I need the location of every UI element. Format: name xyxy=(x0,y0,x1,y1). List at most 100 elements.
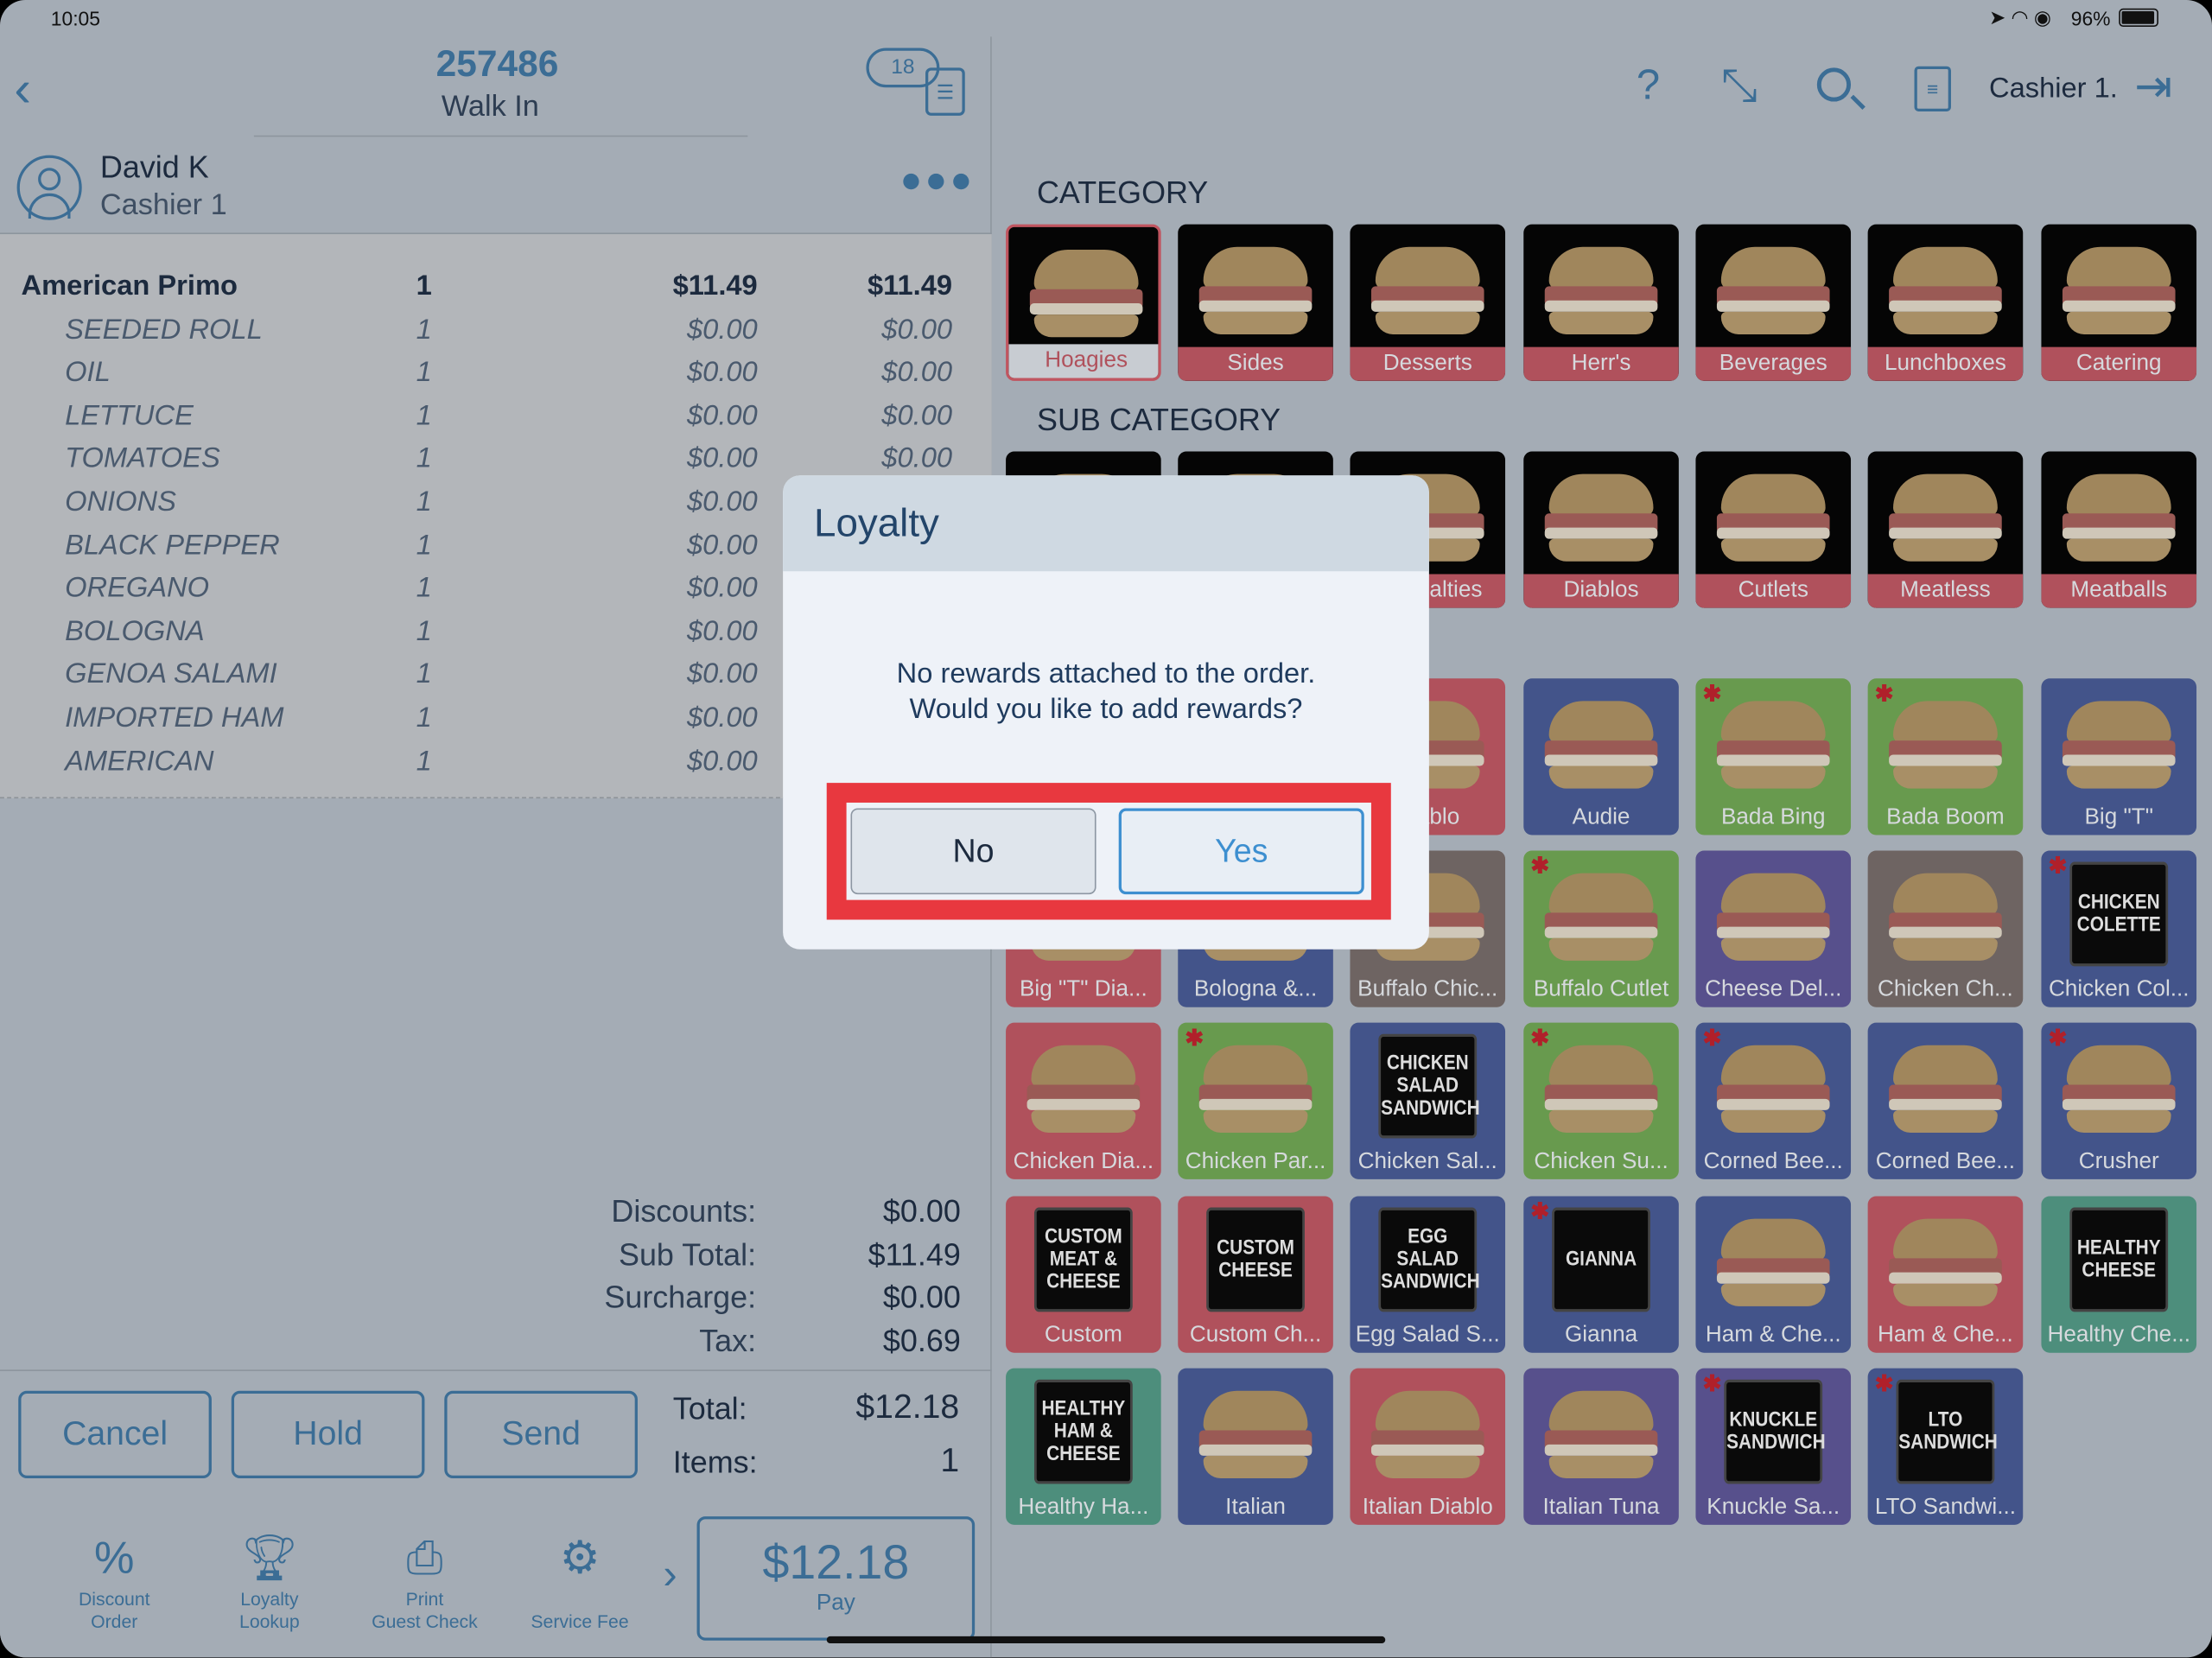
subcategory-tile[interactable]: Cutlets xyxy=(1695,451,1852,608)
featured-star-icon: ✱ xyxy=(1185,1026,1205,1051)
menu-item-label: Gianna xyxy=(1564,1323,1638,1348)
menu-item-label: Bada Bing xyxy=(1720,805,1826,829)
menu-item-tile[interactable]: Italian Diablo xyxy=(1350,1368,1506,1525)
summary-label: Sub Total: xyxy=(618,1236,757,1272)
menu-item-tile[interactable]: ✱ Bada Bing xyxy=(1695,678,1852,835)
menu-item-tile[interactable]: Italian xyxy=(1178,1368,1333,1525)
category-tile[interactable]: Herr's xyxy=(1523,224,1679,381)
order-type[interactable]: Walk In xyxy=(339,90,642,124)
menu-item-tile[interactable]: Ham & Che... xyxy=(1695,1196,1852,1353)
order-list-icon[interactable]: ☰ xyxy=(925,67,965,116)
action-order[interactable]: % Discount Order xyxy=(44,1527,185,1634)
modifier-row[interactable]: SEEDED ROLL 1 $0.00 $0.00 xyxy=(0,314,992,356)
item-name: BLACK PEPPER xyxy=(65,530,280,562)
no-button[interactable]: No xyxy=(850,808,1096,895)
action-guest-check[interactable]: ⎙ Print Guest Check xyxy=(354,1527,495,1634)
menu-item-tile[interactable]: CHICKEN COLETTE ✱ Chicken Col... xyxy=(2041,850,2197,1007)
item-price: $0.00 xyxy=(686,443,758,475)
menu-item-tile[interactable]: ✱ Crusher xyxy=(2041,1022,2197,1179)
summary-label: Discounts: xyxy=(611,1193,757,1229)
category-tile[interactable]: Sides xyxy=(1178,224,1333,381)
dialog-message: No rewards attached to the order. Would … xyxy=(783,657,1429,728)
help-icon[interactable]: ? xyxy=(1637,62,1660,111)
subcategory-tile[interactable]: Meatballs xyxy=(2041,451,2197,608)
menu-item-label: Chicken Sal... xyxy=(1357,1149,1497,1174)
menu-item-image xyxy=(1350,1369,1505,1494)
menu-item-tile[interactable]: Chicken Dia... xyxy=(1006,1022,1161,1179)
subcategory-tile[interactable]: Diablos xyxy=(1523,451,1679,608)
menu-item-tile[interactable]: ✱ Buffalo Cutlet xyxy=(1523,850,1679,1007)
printer-icon: ⎙ xyxy=(406,1532,443,1583)
menu-item-tile[interactable]: ✱ Chicken Su... xyxy=(1523,1022,1679,1179)
logout-icon[interactable]: ⇥ xyxy=(2134,60,2172,113)
menu-item-tile[interactable]: GIANNA ✱ Gianna xyxy=(1523,1196,1679,1353)
menu-item-tile[interactable]: CUSTOM MEAT & CHEESE Custom xyxy=(1006,1196,1161,1353)
item-price: $0.00 xyxy=(686,616,758,648)
menu-item-label: Crusher xyxy=(2078,1149,2159,1174)
featured-star-icon: ✱ xyxy=(1530,854,1550,880)
menu-item-tile[interactable]: Chicken Ch... xyxy=(1867,850,2024,1007)
customer-row[interactable]: David K Cashier 1 ●●● xyxy=(0,141,992,235)
menu-item-tile[interactable]: Audie xyxy=(1523,678,1679,835)
logo-text: CHICKEN SALAD SANDWICH xyxy=(1378,1033,1480,1139)
menu-item-tile[interactable]: Big "T" xyxy=(2041,678,2197,835)
item-name: OREGANO xyxy=(65,573,210,605)
logo-text: CUSTOM CHEESE xyxy=(1206,1207,1305,1312)
menu-item-tile[interactable]: KNUCKLE SANDWICH ✱ Knuckle Sa... xyxy=(1695,1368,1852,1525)
menu-item-tile[interactable]: CUSTOM CHEESE Custom Ch... xyxy=(1178,1196,1333,1353)
menu-item-tile[interactable]: ✱ Bada Boom xyxy=(1867,678,2024,835)
menu-item-tile[interactable]: Italian Tuna xyxy=(1523,1368,1679,1525)
menu-item-image xyxy=(1868,850,2024,975)
percent-icon: % xyxy=(94,1532,135,1583)
hold-button[interactable]: Hold xyxy=(231,1390,425,1479)
menu-item-tile[interactable]: Ham & Che... xyxy=(1867,1196,2024,1353)
battery-icon xyxy=(2119,8,2158,28)
status-time: 10:05 xyxy=(50,7,100,30)
menu-item-label: Italian Tuna xyxy=(1542,1495,1660,1520)
search-icon[interactable] xyxy=(1816,67,1866,111)
category-tile[interactable]: Beverages xyxy=(1695,224,1852,381)
subcategory-tile[interactable]: Meatless xyxy=(1867,451,2024,608)
yes-button[interactable]: Yes xyxy=(1118,808,1364,895)
menu-item-tile[interactable]: HEALTHY HAM & CHEESE Healthy Ha... xyxy=(1006,1368,1161,1525)
cancel-button[interactable]: Cancel xyxy=(18,1390,212,1479)
menu-item-tile[interactable]: HEALTHY CHEESE Healthy Che... xyxy=(2041,1196,2197,1353)
document-icon[interactable]: ≡ xyxy=(1914,66,1951,111)
menu-item-tile[interactable]: ✱ Corned Bee... xyxy=(1695,1022,1852,1179)
more-actions-chevron-icon[interactable]: › xyxy=(663,1552,677,1600)
menu-item-tile[interactable]: Cheese Del... xyxy=(1695,850,1852,1007)
menu-item-tile[interactable]: EGG SALAD SANDWICH Egg Salad S... xyxy=(1350,1196,1506,1353)
modifier-row[interactable]: LETTUCE 1 $0.00 $0.00 xyxy=(0,400,992,442)
menu-item-label: Ham & Che... xyxy=(1878,1323,2013,1348)
send-button[interactable]: Send xyxy=(444,1390,638,1479)
action-service-fee[interactable]: ⚙ Service Fee xyxy=(509,1527,650,1634)
category-label: Sides xyxy=(1178,346,1333,381)
category-tile[interactable]: Catering xyxy=(2041,224,2197,381)
action-lookup[interactable]: 🏆︎ Loyalty Lookup xyxy=(199,1527,340,1634)
menu-item-label: Italian xyxy=(1225,1495,1286,1520)
item-name: ONIONS xyxy=(65,486,176,518)
more-options-icon[interactable]: ●●● xyxy=(900,158,976,202)
category-tile[interactable]: Lunchboxes xyxy=(1867,224,2024,381)
pay-button[interactable]: $12.18 Pay xyxy=(696,1516,976,1641)
menu-item-tile[interactable]: ✱ Chicken Par... xyxy=(1178,1022,1333,1179)
logo-text: EGG SALAD SANDWICH xyxy=(1378,1207,1480,1312)
menu-item-image xyxy=(1695,850,1851,975)
action-label-line1: Loyalty xyxy=(240,1588,299,1610)
menu-item-tile[interactable]: Corned Bee... xyxy=(1867,1022,2024,1179)
menu-item-tile[interactable]: CHICKEN SALAD SANDWICH Chicken Sal... xyxy=(1350,1022,1506,1179)
current-user[interactable]: Cashier 1. xyxy=(1989,73,2118,106)
menu-item-tile[interactable]: LTO SANDWICH ✱ LTO Sandwi... xyxy=(1867,1368,2024,1525)
category-tile[interactable]: Desserts xyxy=(1350,224,1506,381)
modifier-row[interactable]: OIL 1 $0.00 $0.00 xyxy=(0,357,992,399)
category-tile[interactable]: Hoagies xyxy=(1006,224,1161,381)
menu-item-label: Buffalo Cutlet xyxy=(1533,977,1669,1002)
expand-icon[interactable]: ⤡ xyxy=(1721,60,1758,113)
back-chevron-icon[interactable]: ‹ xyxy=(14,60,31,119)
divider xyxy=(0,1369,992,1371)
user-avatar-icon xyxy=(16,155,82,220)
customer-name: David K xyxy=(99,149,209,185)
order-item-row[interactable]: American Primo 1 $11.49 $11.49 xyxy=(0,270,992,313)
item-price: $0.00 xyxy=(686,659,758,691)
menu-item-image xyxy=(1868,1023,2024,1148)
